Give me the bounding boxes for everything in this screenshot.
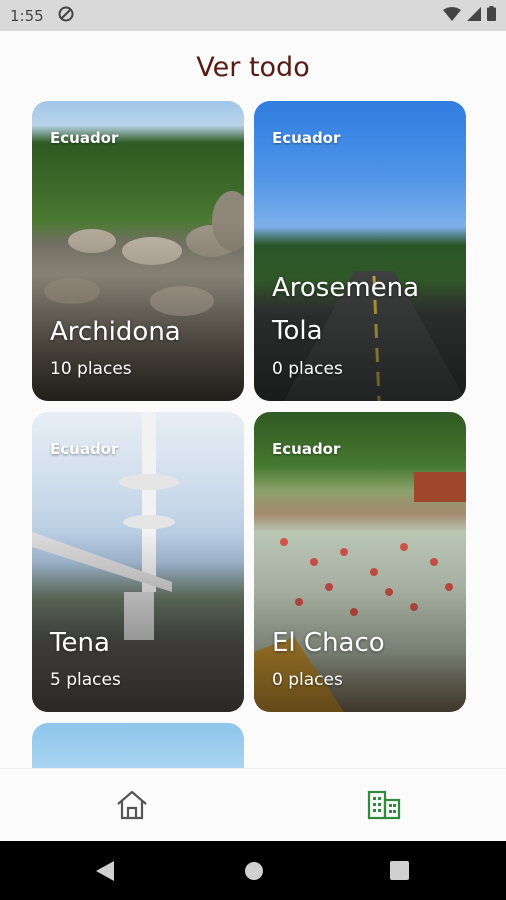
wifi-icon	[443, 6, 461, 25]
bottom-nav	[0, 768, 506, 841]
card-title: Tena	[50, 628, 110, 658]
destination-card-tena[interactable]: Ecuador Tena 5 places	[32, 412, 244, 712]
card-country: Ecuador	[272, 129, 341, 147]
home-circle-icon[interactable]	[244, 861, 264, 885]
status-bar: 1:55	[0, 0, 506, 31]
card-title-line1: Arosemena	[272, 273, 420, 303]
page-title: Ver todo	[196, 52, 310, 83]
recents-icon[interactable]	[390, 861, 409, 884]
card-photo	[32, 723, 244, 768]
status-time: 1:55	[10, 6, 44, 25]
nav-home-button[interactable]	[112, 787, 152, 827]
card-place-count: 0 places	[272, 670, 343, 690]
card-country: Ecuador	[272, 440, 341, 458]
back-icon[interactable]	[96, 861, 114, 885]
system-nav-bar	[0, 841, 506, 900]
card-place-count: 10 places	[50, 359, 132, 379]
signal-icon	[467, 6, 481, 25]
destination-card-archidona[interactable]: Ecuador Archidona 10 places	[32, 101, 244, 401]
card-place-count: 5 places	[50, 670, 121, 690]
destination-card-partial[interactable]	[32, 723, 244, 768]
dnd-icon	[58, 6, 74, 26]
nav-places-button[interactable]	[364, 787, 404, 827]
card-place-count: 0 places	[272, 359, 343, 379]
home-icon	[115, 789, 149, 825]
card-title: El Chaco	[272, 628, 385, 658]
destination-card-arosemena-tola[interactable]: Ecuador Arosemena Tola 0 places	[254, 101, 466, 401]
battery-icon	[487, 6, 496, 25]
card-country: Ecuador	[50, 129, 119, 147]
buildings-icon	[367, 789, 401, 825]
card-title-line2: Tola	[272, 316, 323, 346]
card-country: Ecuador	[50, 440, 119, 458]
card-title: Archidona	[50, 317, 181, 347]
destination-card-el-chaco[interactable]: Ecuador El Chaco 0 places	[254, 412, 466, 712]
